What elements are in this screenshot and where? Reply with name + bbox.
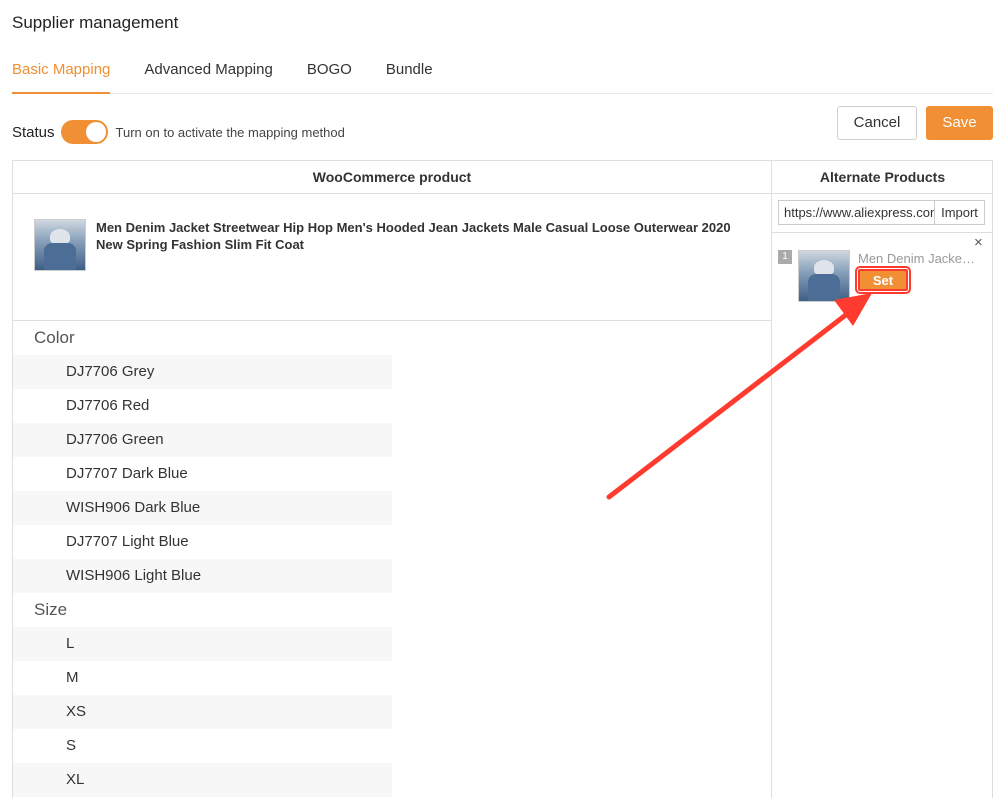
alternate-product-thumbnail	[798, 250, 850, 302]
variant-option: M	[66, 669, 79, 686]
variant-option: DJ7707 Light Blue	[66, 533, 189, 550]
divider	[772, 232, 993, 233]
product-thumbnail	[34, 219, 86, 271]
woocommerce-header: WooCommerce product	[13, 161, 771, 194]
import-button[interactable]: Import	[934, 201, 984, 224]
woocommerce-column: WooCommerce product Men Denim Jacket Str…	[13, 161, 772, 798]
alternate-index-badge: 1	[778, 250, 792, 264]
variant-option: WISH906 Light Blue	[13, 559, 392, 593]
status-toggle[interactable]	[60, 120, 108, 144]
tab-advanced-mapping[interactable]: Advanced Mapping	[144, 58, 272, 94]
alternate-products-column: Alternate Products Import 1 Men Denim Ja…	[772, 161, 993, 798]
mapping-panel: WooCommerce product Men Denim Jacket Str…	[12, 160, 993, 798]
status-hint: Turn on to activate the mapping method	[115, 124, 345, 140]
woocommerce-product: Men Denim Jacket Streetwear Hip Hop Men'…	[13, 194, 771, 321]
tab-basic-mapping[interactable]: Basic Mapping	[12, 58, 111, 94]
tab-bundle[interactable]: Bundle	[386, 58, 433, 94]
status-label: Status	[12, 123, 55, 141]
set-button[interactable]: Set	[855, 266, 911, 294]
status-row: Status Turn on to activate the mapping m…	[12, 118, 345, 146]
import-row: Import	[778, 200, 985, 225]
variant-option: DJ7706 Green	[13, 423, 392, 457]
product-url-input[interactable]	[779, 201, 934, 224]
save-button[interactable]: Save	[926, 106, 993, 140]
variant-option: WISH906 Dark Blue	[13, 491, 392, 525]
variant-option: DJ7706 Red	[66, 397, 150, 414]
variant-option: S	[66, 737, 77, 754]
alternate-product-title: Men Denim Jacket Streetwear	[858, 251, 978, 266]
product-title: Men Denim Jacket Streetwear Hip Hop Men'…	[96, 220, 731, 252]
variant-option: L	[13, 627, 392, 661]
alternate-products-header: Alternate Products	[772, 161, 993, 194]
alternate-product-card: 1 Men Denim Jacket Streetwear × Set	[778, 234, 988, 307]
variant-option: XS	[13, 695, 392, 729]
attribute-group-size: Size	[34, 600, 68, 619]
tab-bogo[interactable]: BOGO	[307, 58, 352, 94]
variant-option: XL	[13, 763, 392, 797]
cancel-button[interactable]: Cancel	[837, 106, 917, 140]
close-icon[interactable]: ×	[974, 234, 983, 251]
tab-bar: Basic Mapping Advanced Mapping BOGO Bund…	[12, 58, 993, 94]
page-title: Supplier management	[12, 13, 179, 32]
variant-option: DJ7706 Grey	[13, 355, 392, 389]
toggle-knob	[85, 122, 106, 142]
attribute-group-color: Color	[34, 328, 75, 347]
variant-option: DJ7707 Dark Blue	[66, 465, 188, 482]
